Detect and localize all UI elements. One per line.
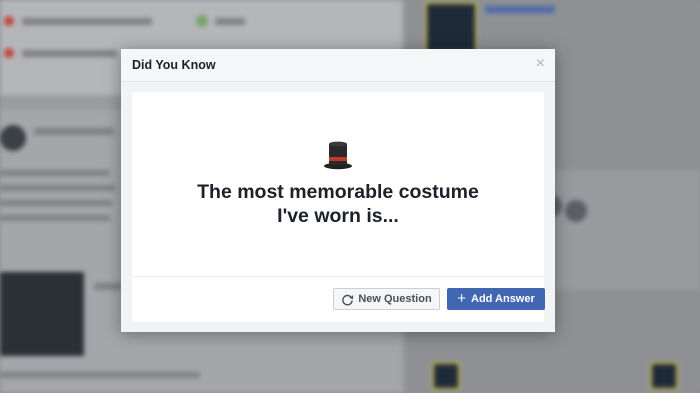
question-text: The most memorable costume I've worn is.…: [132, 180, 544, 228]
question-line: The most memorable costume: [197, 181, 479, 203]
close-icon[interactable]: ×: [536, 56, 545, 72]
top-hat-icon: [324, 141, 352, 170]
new-question-label: New Question: [358, 293, 432, 305]
question-line: I've worn is...: [277, 205, 399, 227]
dialog-header: Did You Know ×: [121, 49, 555, 82]
add-answer-button[interactable]: + Add Answer: [447, 288, 545, 310]
question-card: The most memorable costume I've worn is.…: [132, 92, 545, 322]
dialog-title: Did You Know: [132, 58, 216, 72]
did-you-know-dialog: Did You Know × The most memorable costum…: [121, 49, 555, 332]
refresh-icon: [342, 294, 354, 305]
plus-icon: +: [457, 290, 466, 307]
add-answer-label: Add Answer: [471, 293, 535, 305]
new-question-button[interactable]: New Question: [333, 288, 440, 310]
footer-divider: [132, 276, 544, 277]
